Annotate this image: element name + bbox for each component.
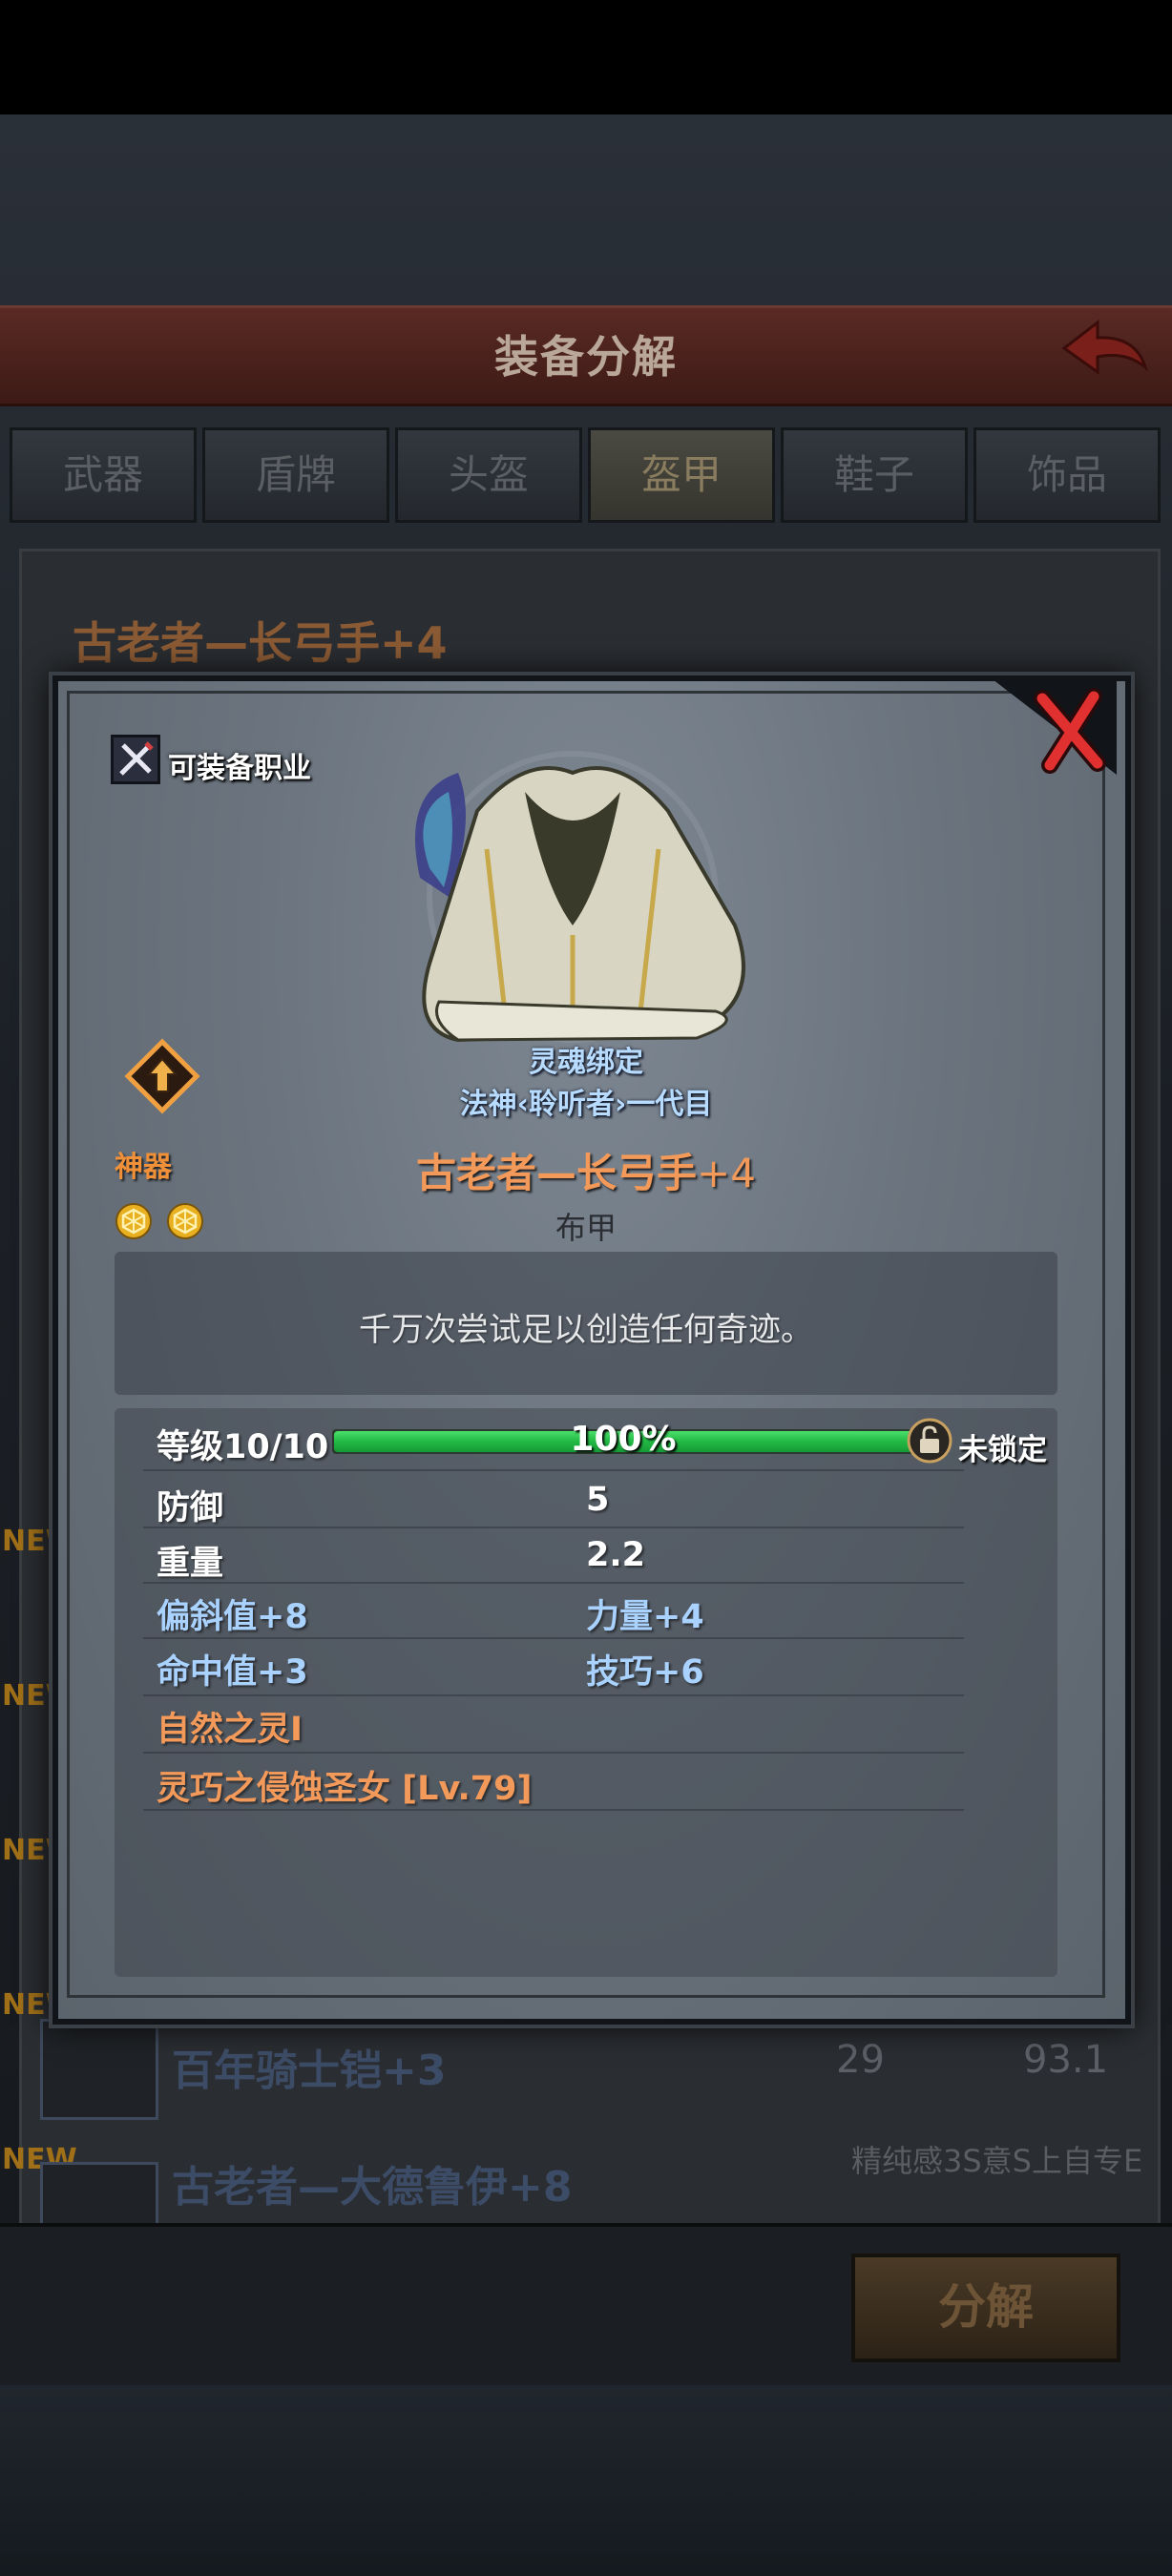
divider: [143, 1752, 964, 1754]
equippable-class-label: 可装备职业: [168, 752, 311, 785]
list-item-value: 29: [836, 2038, 885, 2082]
stat-weight-value: 2.2: [586, 1536, 646, 1574]
item-thumbnail[interactable]: [40, 2162, 158, 2229]
divider: [143, 1694, 964, 1696]
item-name: 古老者—长弓手+4: [0, 1141, 1172, 1199]
level-percent: 100%: [570, 1420, 677, 1459]
tab-shield[interactable]: 盾牌: [202, 427, 389, 523]
decompose-button[interactable]: 分解: [851, 2254, 1120, 2362]
item-description: 千万次尝试足以创造任何奇迹。: [359, 1311, 813, 1349]
bonus-stat: 偏斜值+8: [157, 1598, 308, 1636]
list-item-name[interactable]: 古老者—大德鲁伊+8: [172, 2152, 572, 2213]
tab-shoes[interactable]: 鞋子: [781, 427, 968, 523]
item-name-base: 古老者—长弓手: [416, 1150, 698, 1196]
bonus-stat: 技巧+6: [586, 1653, 704, 1692]
level-label: 等级10/10: [157, 1428, 329, 1466]
bonus-stat: 力量+4: [586, 1598, 704, 1636]
lock-icon[interactable]: [907, 1418, 952, 1464]
selected-item-title: 古老者—长弓手+4: [73, 617, 448, 669]
crossed-weapons-icon: [119, 741, 154, 776]
item-name-plus: +4: [697, 1150, 756, 1196]
tab-armor[interactable]: 盔甲: [588, 427, 775, 523]
item-type: 布甲: [555, 1210, 617, 1246]
stat-weight-label: 重量: [157, 1545, 224, 1583]
tab-weapon[interactable]: 武器: [10, 427, 197, 523]
divider: [143, 1582, 964, 1584]
page-title: 装备分解: [494, 331, 678, 383]
stat-defense-value: 5: [586, 1481, 610, 1519]
tab-accessory[interactable]: 饰品: [973, 427, 1161, 523]
equippable-class-icon[interactable]: [111, 735, 160, 784]
close-icon[interactable]: [993, 679, 1117, 775]
bonus-stat: 命中值+3: [157, 1653, 308, 1692]
item-thumbnail[interactable]: [40, 2019, 158, 2120]
list-item-attributes: 精纯感3S意S上自专E: [851, 2143, 1143, 2179]
special-effect: 灵巧之侵蚀圣女 [Lv.79]: [157, 1770, 533, 1808]
back-arrow-icon[interactable]: [1055, 315, 1150, 382]
divider: [143, 1527, 964, 1528]
upgrade-arrow-icon[interactable]: [124, 1038, 200, 1114]
bottom-background: [0, 2385, 1172, 2576]
divider: [143, 1469, 964, 1471]
list-item-value: 93.1: [1023, 2038, 1109, 2082]
lock-status-label: 未锁定: [958, 1433, 1047, 1467]
armor-robe-image: [415, 751, 745, 1043]
special-effect: 自然之灵Ⅰ: [157, 1711, 303, 1749]
divider: [143, 1637, 964, 1639]
divider: [143, 1809, 964, 1811]
tab-helmet[interactable]: 头盔: [395, 427, 582, 523]
list-item-name[interactable]: 百年骑士铠+3: [172, 2036, 446, 2097]
stat-defense-label: 防御: [157, 1489, 224, 1527]
